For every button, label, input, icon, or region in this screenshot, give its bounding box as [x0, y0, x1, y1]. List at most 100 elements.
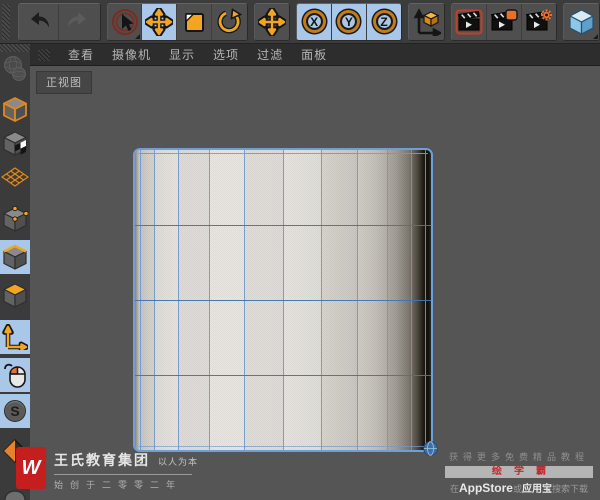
polygons-mode-icon — [3, 283, 27, 308]
cylinder-object[interactable] — [133, 148, 433, 452]
axis-z-label: Z — [380, 14, 388, 29]
promo-suffix: 搜索下载 — [552, 484, 589, 494]
last-tool-group — [253, 2, 291, 41]
brand-slogan: 以人为本 — [158, 457, 199, 467]
undo-icon — [31, 11, 50, 27]
sidebar-item-polygons-mode[interactable] — [0, 278, 30, 312]
brand-founded: 始创于二零零二年 — [54, 480, 183, 490]
toolbar-grip[interactable] — [2, 3, 10, 40]
sidebar-item-model-mode[interactable] — [0, 126, 30, 160]
mode-sidebar: S — [0, 44, 30, 500]
viewport-column: 查看 摄像机 显示 选项 过滤 面板 正视图 — [30, 44, 600, 500]
promo-yingyongbao: 应用宝 — [522, 484, 552, 495]
brand-logo-letter: W — [21, 456, 41, 479]
sidebar-grip[interactable] — [0, 44, 30, 52]
brand-logo: W — [16, 447, 46, 489]
move-alt-tool-icon — [257, 7, 286, 36]
move-tool-button[interactable] — [142, 3, 178, 40]
menu-panel[interactable]: 面板 — [301, 46, 327, 63]
axis-y-button[interactable]: Y — [332, 3, 367, 40]
rotate-tool-button[interactable] — [211, 3, 247, 40]
gear-icon — [540, 9, 552, 20]
make-editable-icon — [3, 97, 27, 122]
add-cube-icon — [569, 9, 594, 35]
scale-tool-icon — [185, 12, 205, 32]
sidebar-item-viewport-mouse[interactable] — [0, 358, 30, 392]
live-selection-icon — [111, 8, 138, 35]
menu-filter[interactable]: 过滤 — [257, 46, 283, 63]
watermark-left: W 王氏教育集团 以人为本 始创于二零零二年 — [16, 447, 198, 491]
promo-line3: 在AppStore或应用宝搜索下载 — [445, 480, 593, 495]
sidebar-item-snap[interactable]: S — [0, 394, 30, 428]
top-toolbar: X Y Z — [0, 0, 600, 44]
add-object-group — [563, 2, 600, 41]
menu-options[interactable]: 选项 — [213, 46, 239, 63]
sidebar-item-edges-mode[interactable] — [0, 240, 30, 274]
sidebar-item-make-editable[interactable] — [0, 92, 30, 126]
promo-line1: 获得更多免费精品教程 — [448, 452, 589, 462]
axis-y-label: Y — [344, 14, 353, 29]
axis-z-ring: Z — [378, 15, 391, 28]
main-area: S 查看 摄像机 显示 选项 过滤 面板 正视图 — [0, 44, 600, 500]
cylinder-height-line — [135, 375, 431, 376]
promo-badge: 绘学霸 — [445, 466, 593, 478]
coordinate-system-icon — [413, 7, 441, 36]
menu-camera[interactable]: 摄像机 — [112, 46, 151, 63]
brand-divider — [54, 474, 192, 475]
promo-or: 或 — [512, 484, 522, 494]
scene-spheres-icon — [4, 56, 26, 81]
scale-tool-button[interactable] — [177, 3, 212, 40]
render-settings-icon — [526, 9, 552, 30]
cylinder-height-line — [135, 225, 431, 226]
menu-display[interactable]: 显示 — [169, 46, 195, 63]
redo-button[interactable] — [59, 3, 100, 40]
brand-name: 王氏教育集团 — [54, 452, 150, 468]
render-picture-viewer-button[interactable] — [486, 3, 522, 40]
snap-icon: S — [4, 400, 26, 422]
render-settings-button[interactable] — [521, 3, 557, 40]
coordinate-system-button[interactable] — [409, 3, 445, 40]
undo-button[interactable] — [18, 3, 60, 40]
render-picture-viewer-icon — [490, 8, 518, 30]
promo-prefix: 在 — [449, 484, 459, 494]
promo-appstore: AppStore — [458, 481, 513, 495]
transform-tools-group — [106, 2, 248, 41]
globe-icon — [423, 441, 438, 456]
sidebar-item-scene-spheres[interactable] — [0, 52, 30, 86]
dropdown-corner — [593, 33, 599, 39]
axis-x-ring: X — [308, 15, 321, 28]
dropdown-corner — [135, 33, 141, 39]
viewport-menubar: 查看 摄像机 显示 选项 过滤 面板 — [30, 44, 600, 66]
axis-x-label: X — [310, 14, 319, 29]
axis-y-ring: Y — [342, 15, 355, 28]
axis-lock-group: X Y Z — [296, 2, 403, 41]
render-group — [451, 2, 558, 41]
texture-mode-icon — [1, 167, 29, 187]
coordinate-group — [408, 2, 446, 41]
move-tool-icon — [145, 7, 174, 36]
mouse-icon — [4, 363, 26, 388]
points-mode-icon — [3, 206, 28, 232]
menu-view[interactable]: 查看 — [68, 46, 94, 63]
sidebar-item-texture-mode[interactable] — [0, 160, 30, 194]
edges-mode-icon — [3, 244, 27, 270]
axis-z-button[interactable]: Z — [366, 3, 402, 40]
enable-axis-icon — [2, 324, 28, 350]
undo-redo-group — [17, 2, 101, 41]
axis-x-button[interactable]: X — [297, 3, 333, 40]
render-view-button[interactable] — [452, 3, 487, 40]
sidebar-item-enable-axis[interactable] — [0, 320, 30, 354]
watermark-left-text: 王氏教育集团 以人为本 始创于二零零二年 — [54, 447, 198, 491]
menubar-grip[interactable] — [38, 48, 50, 61]
cylinder-height-line — [135, 300, 431, 301]
move-alt-tool-button[interactable] — [254, 3, 290, 40]
snap-label: S — [10, 403, 20, 419]
watermark-right: 获得更多免费精品教程 绘学霸 在AppStore或应用宝搜索下载 — [445, 450, 593, 495]
sidebar-item-points-mode[interactable] — [0, 202, 30, 236]
live-selection-button[interactable] — [107, 3, 143, 40]
add-cube-button[interactable] — [564, 3, 600, 40]
redo-icon — [68, 11, 87, 27]
view-label[interactable]: 正视图 — [36, 71, 92, 94]
render-view-icon — [455, 9, 483, 34]
viewport-canvas[interactable]: 正视图 — [30, 66, 600, 500]
